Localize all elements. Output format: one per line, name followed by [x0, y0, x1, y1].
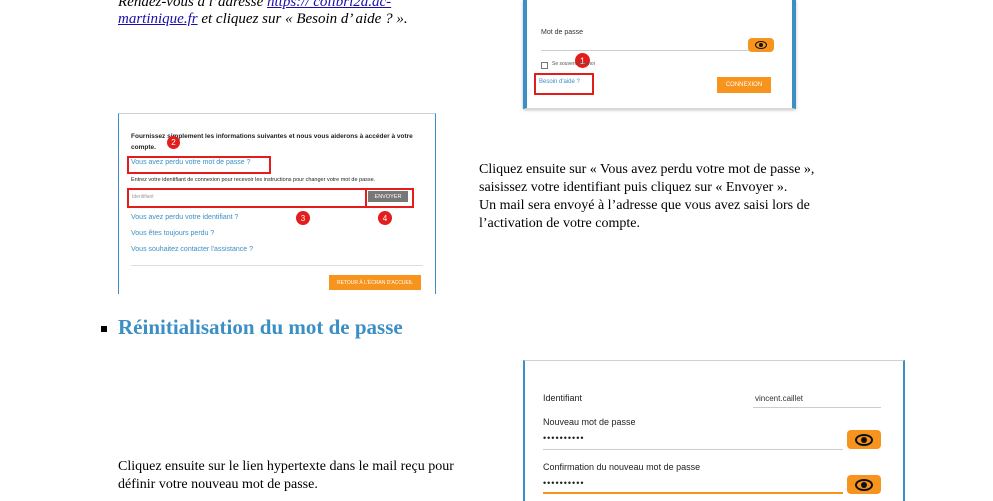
recovery-screenshot: Fournissez simplement les informations s…	[118, 113, 436, 294]
help-link[interactable]: Besoin d'aide ?	[539, 79, 580, 85]
instructions-line-1: Cliquez ensuite sur « Vous avez perdu vo…	[479, 162, 815, 195]
eye-icon	[855, 478, 873, 491]
divider	[131, 265, 423, 266]
recovery-instructions: Entrez votre identifiant de connexion po…	[131, 177, 376, 183]
show-new-password-button[interactable]	[847, 430, 881, 449]
final-paragraph: Cliquez ensuite sur le lien hypertexte d…	[118, 459, 454, 492]
lost-password-link[interactable]: Vous avez perdu votre mot de passe ?	[131, 159, 250, 166]
bullet-marker	[101, 326, 107, 332]
annotation-box-identifier	[127, 188, 367, 208]
show-password-button[interactable]	[748, 38, 774, 52]
eye-icon	[855, 433, 873, 446]
still-lost-link[interactable]: Vous êtes toujours perdu ?	[131, 230, 214, 237]
new-password-underline	[543, 449, 843, 450]
intro-prefix: Rendez-vous à l’adresse	[118, 0, 267, 10]
send-button[interactable]: ENVOYER	[368, 191, 408, 202]
annotation-badge-3: 3	[296, 211, 310, 225]
reset-screenshot: Identifiant vincent.caillet Nouveau mot …	[523, 360, 905, 501]
confirm-password-label: Confirmation du nouveau mot de passe	[543, 462, 701, 472]
password-underline	[541, 50, 749, 51]
lost-identifier-link[interactable]: Vous avez perdu votre identifiant ?	[131, 214, 238, 221]
annotation-badge-2: 2	[167, 136, 180, 149]
contact-assistance-link[interactable]: Vous souhaitez contacter l'assistance ?	[131, 246, 253, 253]
remember-checkbox[interactable]	[541, 62, 548, 69]
intro-paragraph: Rendez-vous à l’adresse https:// colibri…	[118, 0, 448, 28]
confirm-password-input[interactable]: ••••••••••	[543, 478, 585, 488]
instructions-line-2: Un mail sera envoyé à l’adresse que vous…	[479, 198, 810, 231]
confirm-password-underline	[543, 492, 843, 494]
identifier-input[interactable]: Identifiant	[132, 194, 154, 200]
annotation-badge-4: 4	[378, 211, 392, 225]
connexion-button[interactable]: CONNEXION	[717, 77, 771, 93]
password-label: Mot de passe	[541, 29, 584, 36]
login-screenshot: Mot de passe 1 Se souvenir de moi Besoin…	[523, 0, 796, 109]
new-password-input[interactable]: ••••••••••	[543, 433, 585, 443]
identifier-value: vincent.caillet	[755, 394, 804, 403]
section-heading: Réinitialisation du mot de passe	[118, 315, 403, 339]
intro-suffix: et cliquez sur « Besoin d’ aide ? ».	[197, 11, 408, 27]
home-button[interactable]: RETOUR À L'ÉCRAN D'ACCUEIL	[329, 275, 421, 290]
identifier-label: Identifiant	[543, 393, 583, 403]
identifier-underline	[753, 407, 881, 408]
show-confirm-password-button[interactable]	[847, 475, 881, 494]
remember-label: Se souvenir de moi	[552, 61, 595, 67]
instructions-paragraph: Cliquez ensuite sur « Vous avez perdu vo…	[479, 161, 849, 233]
eye-icon	[755, 41, 767, 49]
new-password-label: Nouveau mot de passe	[543, 417, 636, 427]
